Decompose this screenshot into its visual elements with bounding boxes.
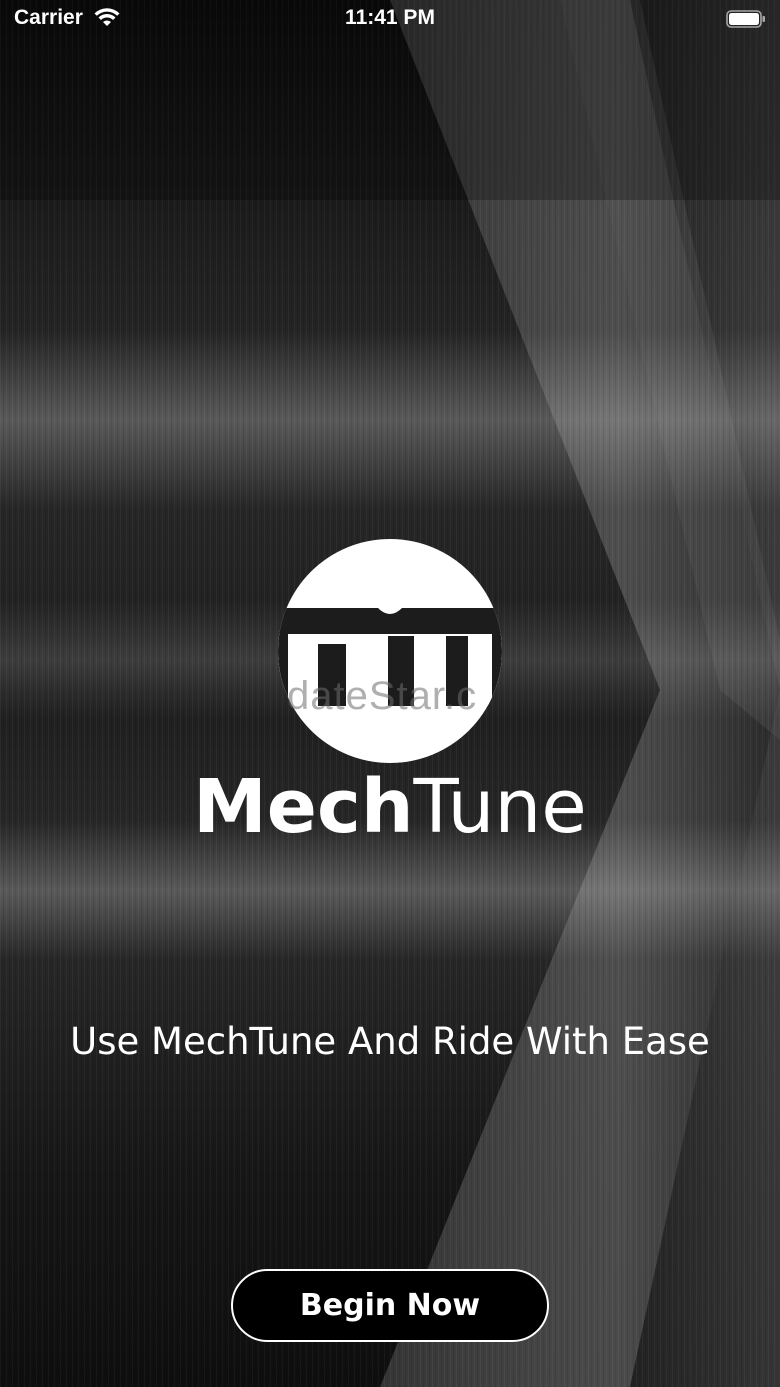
tagline: Use MechTune And Ride With Ease [70,1020,710,1063]
battery-icon [726,10,765,28]
brand-name: MechTune [0,770,780,844]
splash-screen: Carrier 11:41 PM dateStar.c MechTune Use… [0,0,780,1387]
brand-name-bold: Mech [193,764,414,850]
watermark-text: dateStar.c [287,674,478,718]
begin-now-button[interactable]: Begin Now [231,1269,549,1342]
mechtune-logo-icon [278,539,502,763]
brand-name-light: Tune [413,764,587,850]
status-bar: Carrier 11:41 PM [0,0,780,40]
clock-label: 11:41 PM [345,6,435,29]
